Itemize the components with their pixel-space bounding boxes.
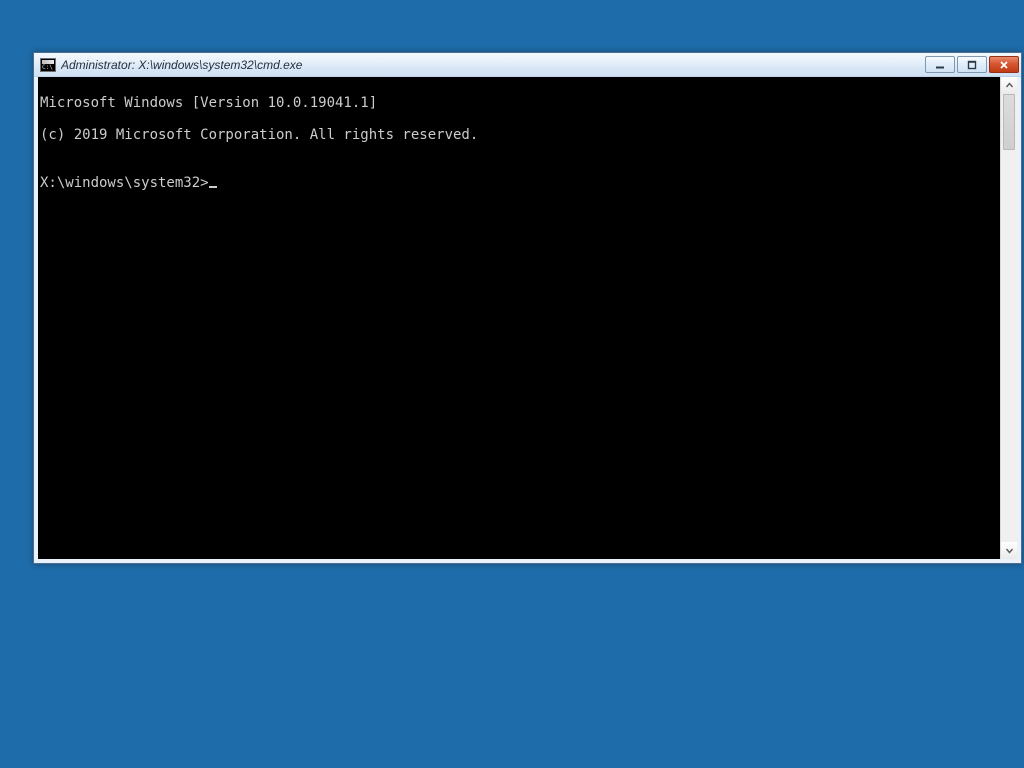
terminal-line: Microsoft Windows [Version 10.0.19041.1] (38, 95, 1000, 111)
minimize-icon (935, 60, 945, 70)
scroll-thumb[interactable] (1003, 94, 1015, 150)
window-controls (925, 56, 1019, 73)
terminal-line: (c) 2019 Microsoft Corporation. All righ… (38, 127, 1000, 143)
titlebar[interactable]: Administrator: X:\windows\system32\cmd.e… (34, 53, 1021, 77)
cmd-icon (40, 58, 56, 72)
cursor (209, 186, 217, 188)
client-area: Microsoft Windows [Version 10.0.19041.1]… (34, 77, 1021, 563)
window-title: Administrator: X:\windows\system32\cmd.e… (61, 58, 919, 72)
terminal-prompt[interactable]: X:\windows\system32> (38, 175, 1000, 191)
scroll-down-button[interactable] (1001, 542, 1017, 559)
maximize-icon (967, 60, 977, 70)
close-button[interactable] (989, 56, 1019, 73)
chevron-down-icon (1005, 546, 1014, 555)
scroll-up-button[interactable] (1001, 77, 1017, 94)
maximize-button[interactable] (957, 56, 987, 73)
chevron-up-icon (1005, 81, 1014, 90)
vertical-scrollbar[interactable] (1000, 77, 1017, 559)
prompt-text: X:\windows\system32> (40, 175, 209, 191)
close-icon (999, 60, 1009, 70)
minimize-button[interactable] (925, 56, 955, 73)
scroll-track[interactable] (1001, 94, 1017, 542)
terminal-output[interactable]: Microsoft Windows [Version 10.0.19041.1]… (38, 77, 1000, 559)
cmd-window: Administrator: X:\windows\system32\cmd.e… (33, 52, 1022, 564)
